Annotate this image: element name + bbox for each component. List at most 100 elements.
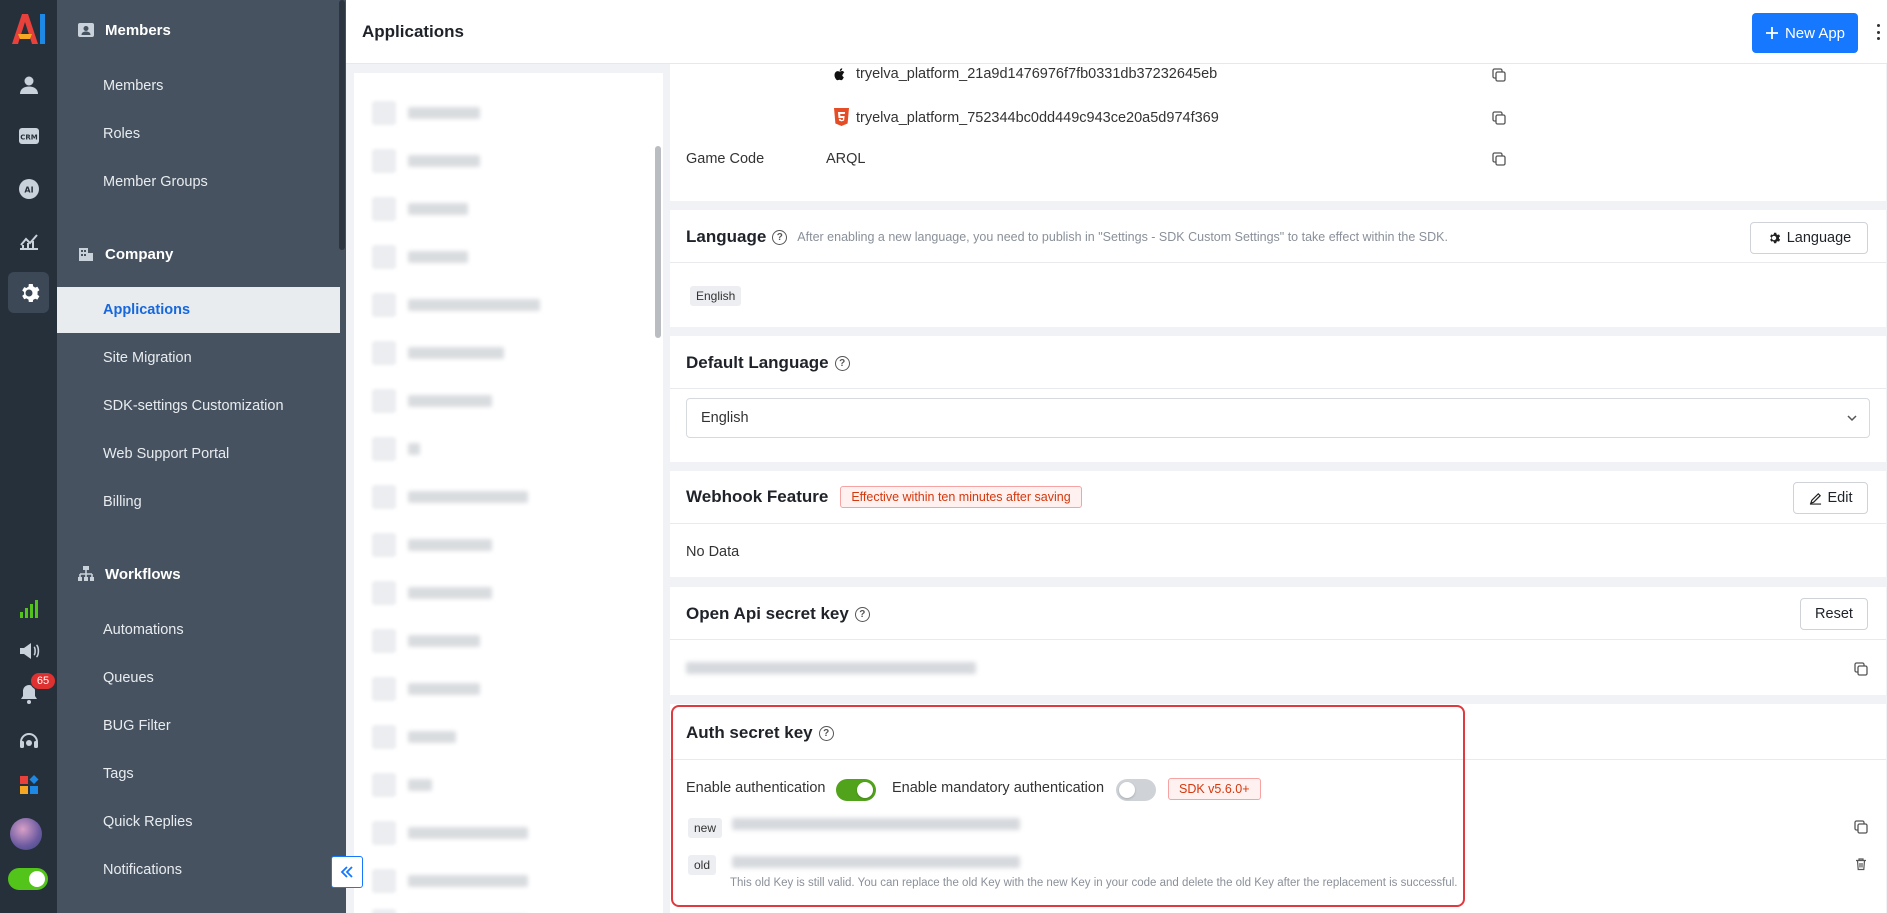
ai-icon[interactable]: AI (8, 168, 49, 209)
list-scrollbar[interactable] (655, 146, 661, 338)
apps-grid-icon[interactable] (8, 764, 49, 805)
sidebar-item-applications[interactable]: Applications (57, 287, 340, 333)
sidebar-group-members: Members (77, 21, 171, 39)
sdk-version-tag: SDK v5.6.0+ (1168, 778, 1261, 800)
list-item[interactable] (372, 628, 480, 654)
help-icon[interactable]: ? (834, 355, 850, 371)
sidebar-item-site-migration[interactable]: Site Migration (57, 335, 340, 381)
sidebar-group-company: Company (77, 245, 173, 263)
trash-icon[interactable] (1854, 857, 1868, 871)
new-app-label: New App (1784, 24, 1846, 42)
enable-auth-toggle[interactable] (836, 779, 876, 801)
svg-text:CRM: CRM (20, 133, 38, 141)
webhook-empty-state: No Data (686, 544, 740, 560)
copy-icon[interactable] (1492, 111, 1506, 125)
edit-button-label: Edit (1827, 490, 1853, 506)
sidebar-item-billing[interactable]: Billing (57, 479, 340, 525)
sidebar-item-roles[interactable]: Roles (57, 111, 340, 157)
old-key-note: This old Key is still valid. You can rep… (730, 877, 1458, 889)
list-item[interactable] (372, 148, 480, 174)
sidebar-item-members[interactable]: Members (57, 63, 340, 109)
html5-icon (834, 108, 849, 126)
sidebar-item-quick-replies[interactable]: Quick Replies (57, 799, 340, 845)
sidebar-group-label: Members (105, 21, 171, 39)
page-title: Applications (362, 22, 465, 41)
default-language-card: Default Language ? English (670, 336, 1886, 462)
open-api-key-masked (686, 662, 976, 674)
status-toggle[interactable] (8, 868, 48, 890)
list-item[interactable] (372, 244, 468, 270)
copy-icon[interactable] (1854, 662, 1868, 676)
list-item[interactable] (372, 340, 504, 366)
settings-gear-icon[interactable] (8, 272, 49, 313)
chevron-down-icon (1847, 415, 1857, 422)
open-api-card: Open Api secret key ? Reset (670, 587, 1886, 695)
language-title: Language (686, 227, 767, 246)
double-chevron-left-icon (340, 866, 353, 878)
ios-platform-id: tryelva_platform_21a9d1476976f7fb0331db3… (856, 66, 1218, 82)
h5-platform-id: tryelva_platform_752344bc0dd449c943ce20a… (856, 110, 1219, 126)
list-item[interactable] (372, 676, 480, 702)
mandatory-auth-toggle[interactable] (1116, 779, 1156, 801)
sidebar-item-notifications[interactable]: Notifications (57, 847, 340, 893)
more-options-icon[interactable] (1873, 20, 1883, 44)
language-hint: After enabling a new language, you need … (797, 230, 1448, 244)
app-logo[interactable] (8, 10, 49, 48)
list-item[interactable] (372, 908, 528, 913)
user-icon[interactable] (8, 64, 49, 105)
sidebar-item-automations[interactable]: Automations (57, 607, 340, 653)
headset-support-icon[interactable] (8, 720, 49, 761)
sidebar-group-label: Company (105, 245, 174, 263)
open-api-title: Open Api secret key (686, 604, 849, 623)
sidebar-item-member-groups[interactable]: Member Groups (57, 159, 340, 205)
sidebar-item-queues[interactable]: Queues (57, 655, 340, 701)
game-code-value: ARQL (826, 151, 866, 167)
help-icon[interactable]: ? (854, 606, 870, 622)
crm-icon[interactable]: CRM (8, 115, 49, 156)
sidebar-scrollbar[interactable] (339, 0, 345, 250)
list-item[interactable] (372, 100, 480, 126)
sidebar-item-sdk-settings[interactable]: SDK-settings Customization (57, 383, 340, 429)
copy-icon[interactable] (1492, 152, 1506, 166)
user-avatar[interactable] (10, 818, 42, 850)
platform-card: tryelva_platform_21a9d1476976f7fb0331db3… (670, 64, 1886, 201)
page-header: Applications New App (346, 0, 1887, 64)
megaphone-icon[interactable] (8, 630, 49, 671)
list-item[interactable] (372, 820, 528, 846)
analytics-icon[interactable] (8, 220, 49, 261)
application-list (354, 73, 663, 913)
sidebar-item-tags[interactable]: Tags (57, 751, 340, 797)
list-item[interactable] (372, 532, 492, 558)
list-item[interactable] (372, 388, 492, 414)
copy-icon[interactable] (1492, 68, 1506, 82)
default-language-select[interactable]: English (686, 398, 1870, 438)
language-button[interactable]: Language (1750, 222, 1868, 254)
sidebar-item-bug-filter[interactable]: BUG Filter (57, 703, 340, 749)
list-item[interactable] (372, 580, 492, 606)
list-item[interactable] (372, 196, 468, 222)
collapse-panel-button[interactable] (331, 856, 363, 888)
copy-icon[interactable] (1854, 820, 1868, 834)
help-icon[interactable]: ? (818, 725, 834, 741)
language-card: Language ? After enabling a new language… (670, 210, 1886, 327)
list-item[interactable] (372, 724, 456, 750)
help-icon[interactable]: ? (772, 229, 788, 245)
list-item[interactable] (372, 868, 528, 894)
reset-key-button[interactable]: Reset (1800, 598, 1868, 630)
new-app-button[interactable]: New App (1752, 13, 1858, 53)
edit-webhook-button[interactable]: Edit (1793, 482, 1868, 514)
pencil-icon (1809, 492, 1821, 505)
list-item[interactable] (372, 292, 540, 318)
workflow-icon (78, 566, 94, 581)
webhook-title: Webhook Feature (686, 487, 829, 506)
sidebar-item-web-support-portal[interactable]: Web Support Portal (57, 431, 340, 477)
svg-text:AI: AI (24, 185, 33, 194)
signal-bars-icon[interactable] (8, 588, 49, 629)
auth-title: Auth secret key (686, 723, 813, 742)
list-item[interactable] (372, 436, 420, 462)
reset-button-label: Reset (1815, 606, 1853, 622)
old-auth-key-masked (732, 856, 1020, 868)
sidebar-group-workflows: Workflows (77, 565, 181, 583)
list-item[interactable] (372, 772, 432, 798)
list-item[interactable] (372, 484, 528, 510)
